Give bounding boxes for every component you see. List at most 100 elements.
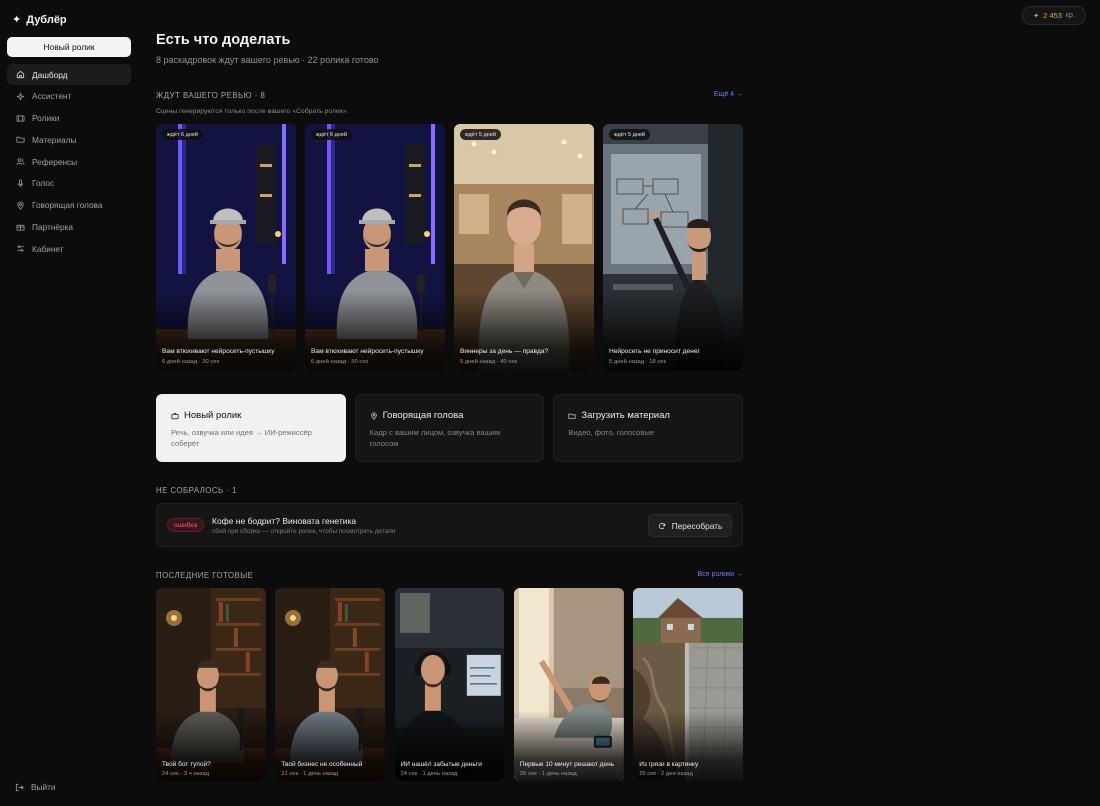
sidebar-item-label: Дашборд xyxy=(32,69,68,80)
failed-item-description: сбой при сборке — откройте ролик, чтобы … xyxy=(212,528,396,535)
sidebar-item-label: Кабинет xyxy=(32,243,64,254)
card-title: Из грязи в картинку xyxy=(639,761,699,768)
film-icon xyxy=(16,114,25,123)
card-title: Твой бот тупой? xyxy=(162,761,211,768)
ready-card[interactable]: Твой бизнес не особенный 21 сек · 1 день… xyxy=(275,588,386,781)
sidebar-item-assistant[interactable]: Ассистент xyxy=(7,86,131,107)
action-upload-material[interactable]: Загрузить материал Видео, фото, голосовы… xyxy=(553,394,744,462)
review-card[interactable]: ждёт 5 дней Нейросеть не приносит денег … xyxy=(603,124,743,371)
card-title: Вам втюхивают нейросеть-пустышку xyxy=(311,348,424,355)
error-badge: ошибка xyxy=(167,518,205,532)
page-subtitle: 8 раскадровок ждут вашего ревью · 22 рол… xyxy=(156,55,379,65)
ready-cards: Твой бот тупой? 24 сек · 3 ч назад Твой … xyxy=(156,588,743,781)
card-meta: 24 сек · 1 день назад xyxy=(400,771,458,777)
mic-icon xyxy=(16,179,25,188)
card-meta: 21 сек · 1 день назад xyxy=(281,771,339,777)
sidebar-item-label: Материалы xyxy=(32,134,77,145)
sidebar-nav: Дашборд Ассистент Ролики Материалы Рефер… xyxy=(7,64,131,260)
card-title: Первые 10 минут решают день xyxy=(519,761,615,768)
card-title: Виннеры за день — правда? xyxy=(460,348,549,355)
failed-item[interactable]: ошибка Кофе не бодрит? Виновата генетика… xyxy=(156,503,743,547)
waiting-badge: ждёт 6 дней xyxy=(311,129,352,140)
new-video-button[interactable]: Новый ролик xyxy=(7,37,131,57)
sidebar-item-label: Партнёрка xyxy=(32,222,74,233)
sidebar-item-dashboard[interactable]: Дашборд xyxy=(7,64,131,85)
card-title: ИИ нашёл забытые деньги xyxy=(400,761,482,768)
pin-icon xyxy=(16,201,25,210)
camera-icon xyxy=(171,412,179,419)
folder-icon xyxy=(16,135,25,144)
logout-icon xyxy=(15,783,24,791)
home-icon xyxy=(16,70,25,79)
partner-icon xyxy=(16,223,25,232)
sparkle-icon: ✦ xyxy=(1033,12,1040,20)
failed-section-title: Не собралось · 1 xyxy=(156,486,237,495)
credits-badge[interactable]: ✦ 2 453 кр. xyxy=(1022,6,1086,25)
waiting-badge: ждёт 5 дней xyxy=(460,129,501,140)
all-videos-link[interactable]: Все ролики → xyxy=(697,571,743,578)
card-meta: 5 дней назад · 18 сек xyxy=(609,359,666,365)
card-meta: 6 дней назад · 30 сек xyxy=(162,359,219,365)
sidebar-item-references[interactable]: Референсы xyxy=(7,151,131,172)
card-title: Нейросеть не приносит денег xyxy=(609,348,700,355)
ready-card[interactable]: Твой бот тупой? 24 сек · 3 ч назад xyxy=(156,588,266,781)
action-talking-head[interactable]: Говорящая голова Кадр с вашим лицом, озв… xyxy=(354,394,545,462)
card-title: Твой бизнес не особенный xyxy=(281,761,363,768)
action-description: Кадр с вашим лицом, озвучка вашим голосо… xyxy=(369,428,501,448)
app-name: Дублёр xyxy=(26,13,67,26)
credits-amount: 2 453 xyxy=(1043,11,1062,20)
logout-label: Выйти xyxy=(31,782,56,792)
sidebar-item-label: Ролики xyxy=(32,113,60,124)
sidebar-item-materials[interactable]: Материалы xyxy=(7,129,131,150)
page-title: Есть что доделать xyxy=(156,32,291,48)
sidebar-item-label: Голос xyxy=(32,178,55,189)
action-title: Новый ролик xyxy=(184,410,242,421)
review-section-title: Ждут вашего ревью · 8 xyxy=(156,91,266,100)
review-card[interactable]: ждёт 6 дней Вам втюхивают нейросеть-пуст… xyxy=(156,124,296,371)
review-more-link[interactable]: Ещё 4 → xyxy=(714,91,743,98)
ready-section-title: Последние готовые xyxy=(156,571,254,580)
review-note: Сцены генерируются только после вашего «… xyxy=(156,108,349,115)
ready-card[interactable]: Первые 10 минут решают день 26 сек · 1 д… xyxy=(513,588,624,781)
sidebar-item-label: Говорящая голова xyxy=(32,200,103,211)
card-meta: 5 дней назад · 40 сек xyxy=(460,359,517,365)
sliders-icon xyxy=(16,244,25,253)
sidebar-item-label: Ассистент xyxy=(32,91,72,102)
logout-link[interactable]: Выйти xyxy=(15,782,56,792)
sidebar-item-label: Референсы xyxy=(32,156,78,167)
review-card[interactable]: ждёт 6 дней Вам втюхивают нейросеть-пуст… xyxy=(305,124,445,371)
card-meta: 26 сек · 1 день назад xyxy=(519,771,577,777)
folder-icon xyxy=(568,413,576,419)
action-title: Говорящая голова xyxy=(382,410,464,421)
sidebar-item-talking-head[interactable]: Говорящая голова xyxy=(7,195,131,216)
waiting-badge: ждёт 6 дней xyxy=(162,129,203,140)
action-description: Видео, фото, голосовые xyxy=(568,428,655,437)
pin-icon xyxy=(370,411,377,420)
card-meta: 25 сек · 2 дня назад xyxy=(639,771,693,777)
sidebar-item-cabinet[interactable]: Кабинет xyxy=(7,238,131,259)
action-title: Загрузить материал xyxy=(581,410,670,421)
failed-item-title: Кофе не бодрит? Виновата генетика xyxy=(212,516,357,526)
sparkle-icon: ✦ xyxy=(12,14,22,26)
quick-actions: Новый ролик Речь, озвучка или идея → ИИ-… xyxy=(156,394,744,462)
action-new-video[interactable]: Новый ролик Речь, озвучка или идея → ИИ-… xyxy=(156,394,346,462)
card-title: Вам втюхивают нейросеть-пустышку xyxy=(162,348,275,355)
rebuild-button[interactable]: Пересобрать xyxy=(648,514,732,537)
users-icon xyxy=(16,157,25,166)
sidebar-item-partners[interactable]: Партнёрка xyxy=(7,217,131,238)
review-card[interactable]: ждёт 5 дней Виннеры за день — правда? 5 … xyxy=(454,124,594,371)
sidebar-item-voice[interactable]: Голос xyxy=(7,173,131,194)
card-meta: 24 сек · 3 ч назад xyxy=(162,771,209,777)
sidebar: ✦ Дублёр Новый ролик Дашборд Ассистент Р… xyxy=(0,0,138,806)
credits-unit: кр. xyxy=(1065,12,1075,19)
action-description: Речь, озвучка или идея → ИИ-режиссёр соб… xyxy=(171,428,312,448)
ready-card[interactable]: Из грязи в картинку 25 сек · 2 дня назад xyxy=(633,588,743,781)
refresh-icon xyxy=(658,522,665,529)
review-cards: ждёт 6 дней Вам втюхивают нейросеть-пуст… xyxy=(156,124,743,371)
waiting-badge: ждёт 5 дней xyxy=(609,129,650,140)
sparkle-icon xyxy=(16,92,25,101)
card-meta: 6 дней назад · 30 сек xyxy=(311,359,368,365)
sidebar-item-videos[interactable]: Ролики xyxy=(7,108,131,129)
app-logo[interactable]: ✦ Дублёр xyxy=(12,13,67,27)
ready-card[interactable]: ИИ нашёл забытые деньги 24 сек · 1 день … xyxy=(394,588,505,781)
